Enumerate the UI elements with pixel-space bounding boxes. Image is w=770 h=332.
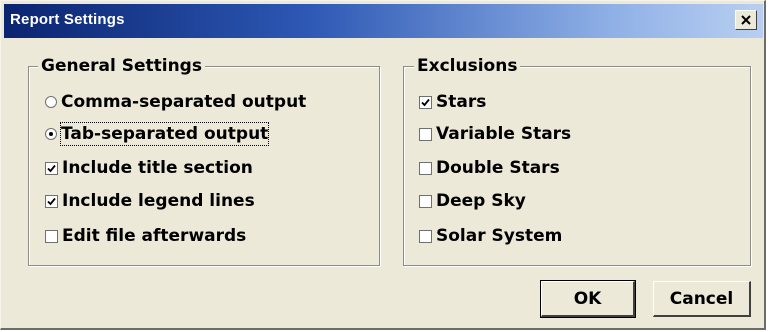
exclusions-group: Exclusions Stars Variable Stars Double S… (403, 56, 751, 266)
option-label: Variable Stars (436, 124, 572, 144)
general-settings-legend: General Settings (38, 56, 205, 76)
exclude-double-stars-checkbox[interactable]: Double Stars (419, 157, 560, 179)
tab-separated-radio[interactable]: Tab-separated output (45, 122, 270, 146)
title-bar[interactable]: Report Settings (4, 4, 763, 38)
option-label: Include legend lines (62, 191, 255, 211)
exclusions-legend: Exclusions (414, 56, 521, 76)
option-label: Double Stars (436, 158, 560, 178)
checkbox-unchecked-icon[interactable] (419, 161, 432, 175)
radio-selected-icon[interactable] (45, 128, 57, 140)
option-label: Include title section (62, 158, 253, 178)
close-button[interactable] (735, 10, 757, 30)
ok-button[interactable]: OK (540, 280, 636, 318)
edit-file-checkbox[interactable]: Edit file afterwards (45, 225, 246, 247)
option-label: Comma-separated output (61, 92, 307, 112)
include-legend-checkbox[interactable]: Include legend lines (45, 190, 255, 212)
option-label: Edit file afterwards (62, 226, 247, 246)
checkbox-checked-icon[interactable] (45, 194, 58, 208)
include-title-checkbox[interactable]: Include title section (45, 157, 253, 179)
checkbox-unchecked-icon[interactable] (419, 229, 432, 243)
option-label: Tab-separated output (59, 122, 270, 146)
comma-separated-radio[interactable]: Comma-separated output (45, 91, 306, 113)
checkbox-unchecked-icon[interactable] (45, 229, 58, 243)
exclude-stars-checkbox[interactable]: Stars (419, 91, 486, 113)
checkbox-unchecked-icon[interactable] (419, 127, 432, 141)
checkbox-checked-icon[interactable] (45, 161, 58, 175)
window-title: Report Settings (10, 11, 125, 28)
option-label: Deep Sky (436, 191, 526, 211)
cancel-button[interactable]: Cancel (653, 281, 751, 317)
report-settings-dialog: Report Settings General Settings Comma-s… (0, 0, 766, 330)
exclude-variable-stars-checkbox[interactable]: Variable Stars (419, 123, 571, 145)
checkbox-unchecked-icon[interactable] (419, 194, 432, 208)
exclude-solar-system-checkbox[interactable]: Solar System (419, 225, 562, 247)
general-settings-group: General Settings Comma-separated output … (28, 56, 380, 266)
close-icon (741, 15, 751, 25)
option-label: Solar System (436, 226, 563, 246)
radio-unselected-icon[interactable] (45, 96, 57, 108)
option-label: Stars (436, 92, 487, 112)
checkbox-checked-icon[interactable] (419, 95, 432, 109)
exclude-deep-sky-checkbox[interactable]: Deep Sky (419, 190, 526, 212)
